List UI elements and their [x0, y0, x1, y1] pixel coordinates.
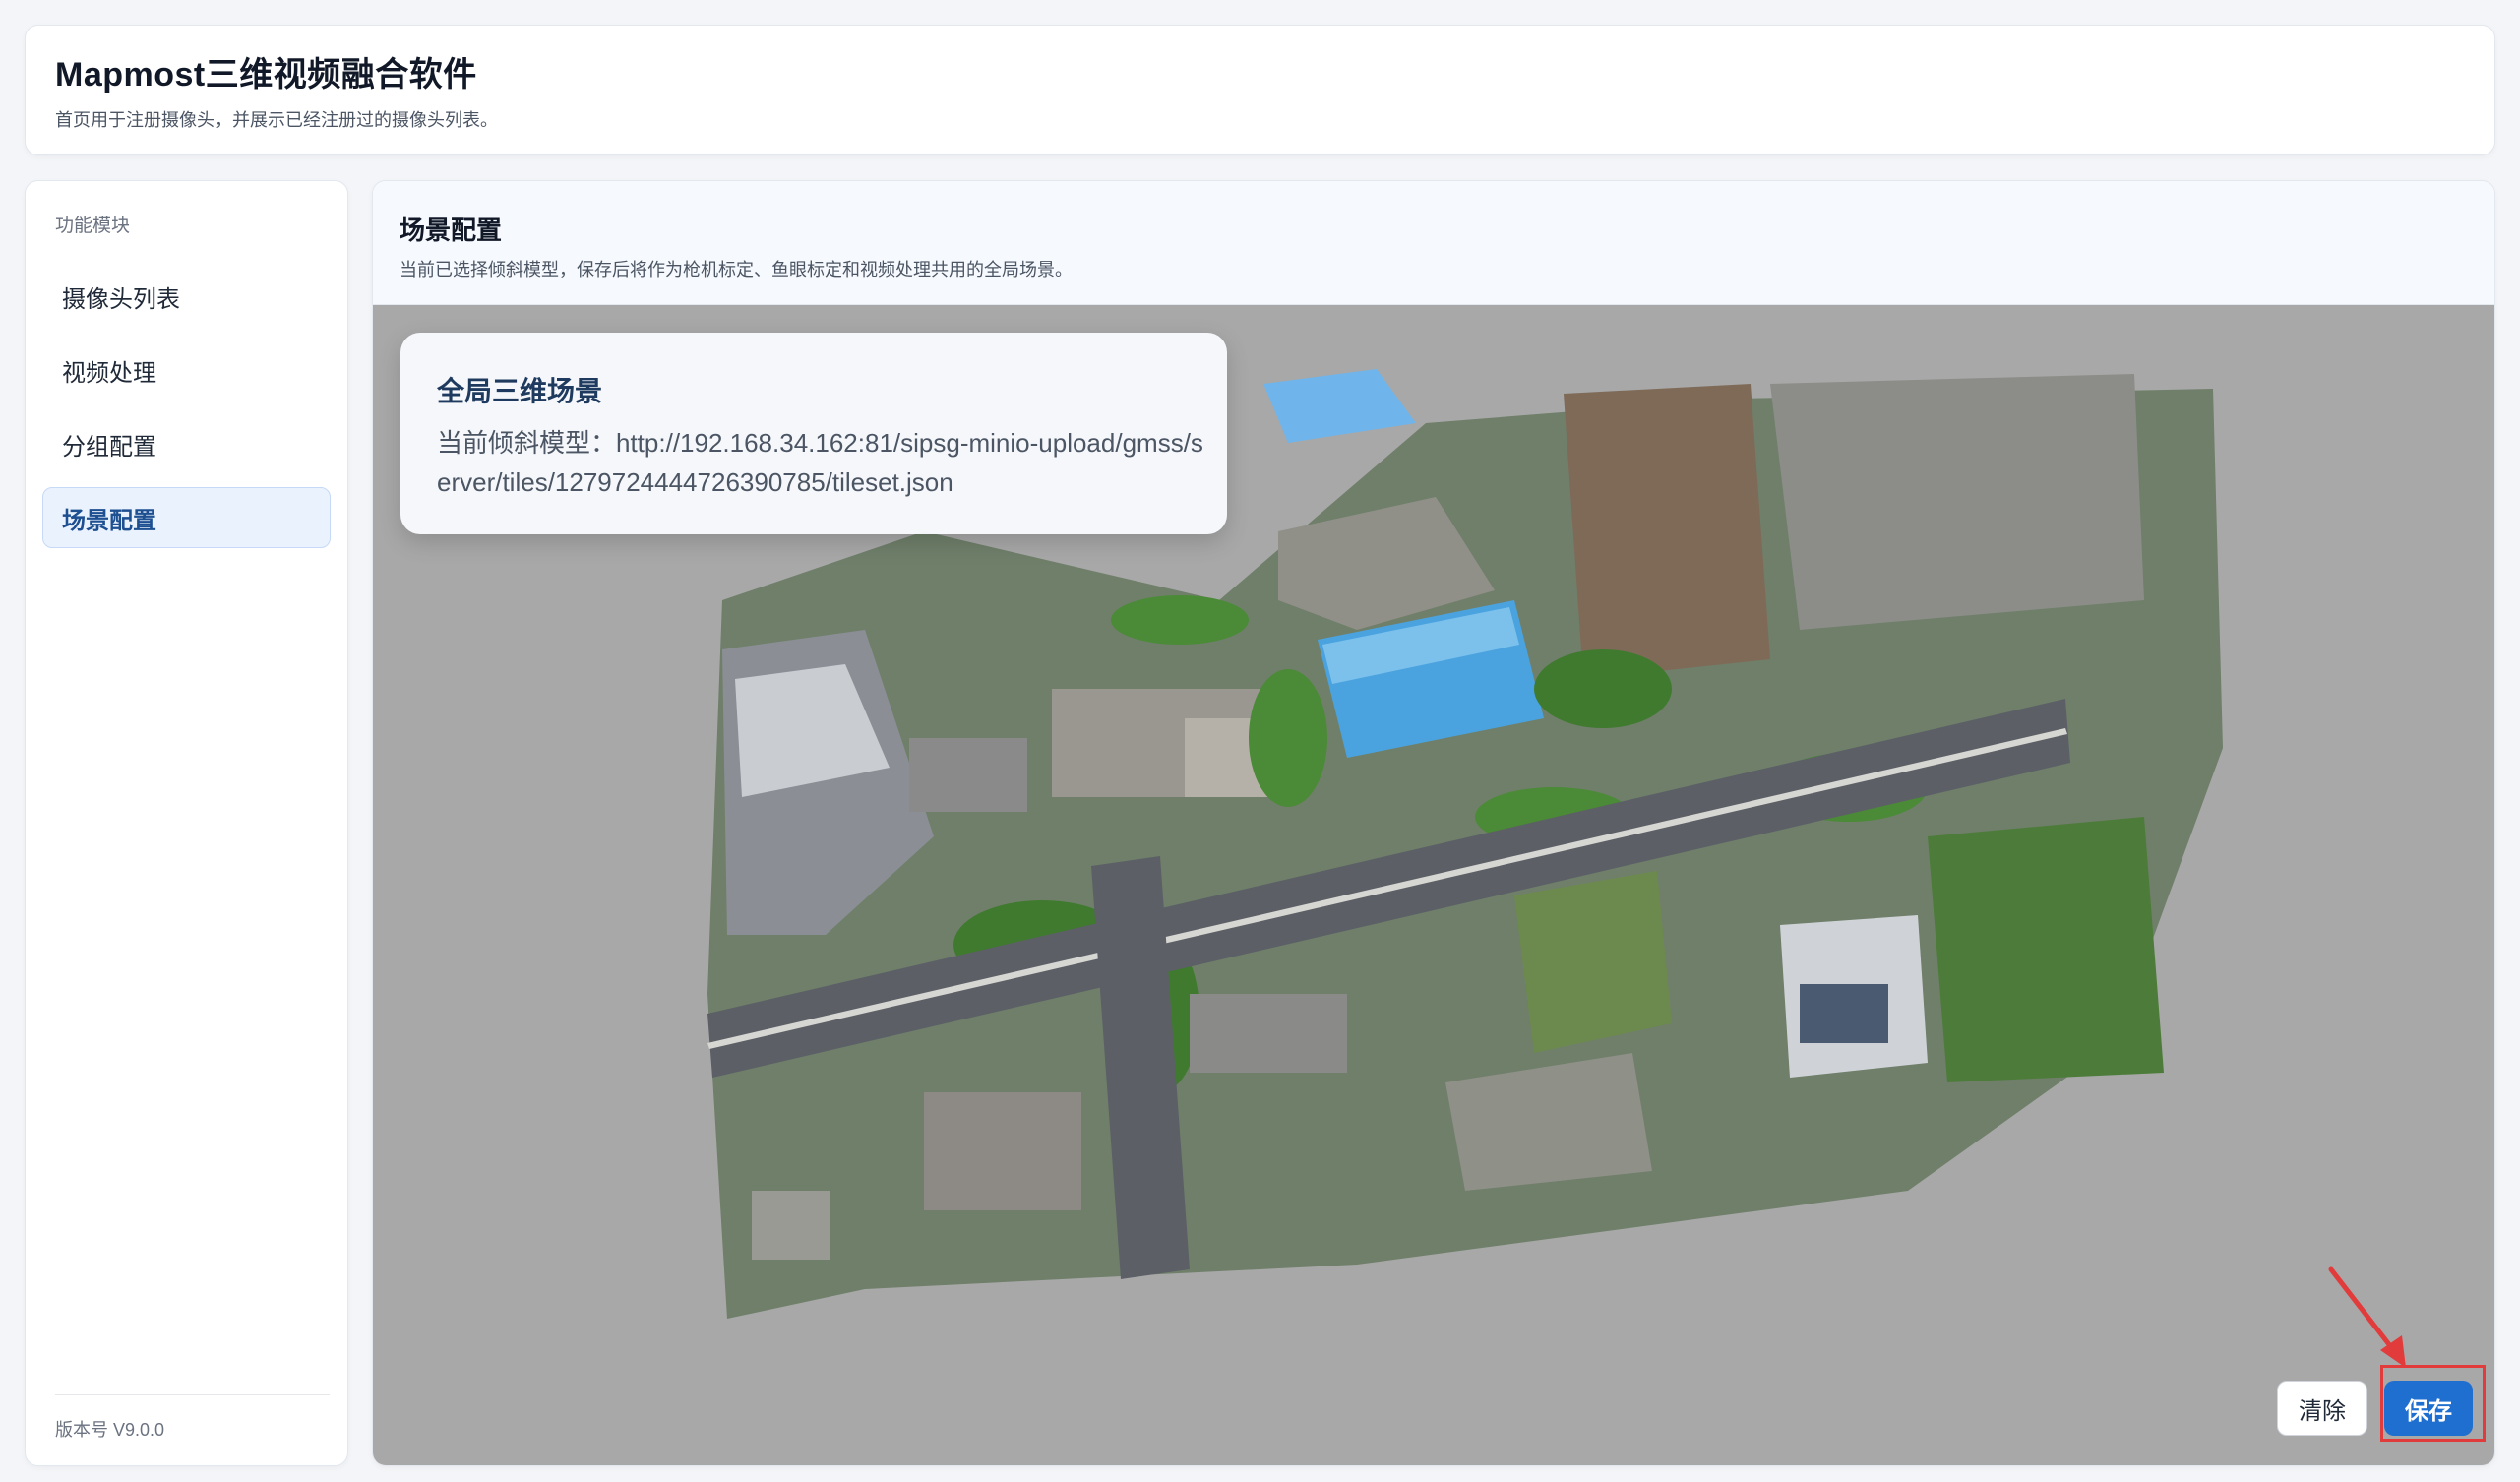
version-label: 版本号 V9.0.0 [55, 1420, 165, 1440]
brown-field [1564, 384, 1770, 679]
sidebar-item-label: 摄像头列表 [62, 285, 180, 313]
sidebar-item-scene-config[interactable]: 场景配置 [42, 487, 331, 548]
app-header: Mapmost三维视频融合软件 首页用于注册摄像头，并展示已经注册过的摄像头列表… [25, 25, 2495, 155]
east-woods [1928, 817, 2164, 1082]
sidebar-heading: 功能模块 [55, 216, 131, 236]
scene-viewer[interactable]: 全局三维场景 当前倾斜模型：http://192.168.34.162:81/s… [373, 305, 2494, 1465]
scene-model-url: 当前倾斜模型：http://192.168.34.162:81/sipsg-mi… [437, 428, 1203, 497]
tree-cluster-3 [1111, 595, 1249, 645]
app-subtitle: 首页用于注册摄像头，并展示已经注册过的摄像头列表。 [55, 110, 498, 130]
green-field [1514, 871, 1672, 1053]
save-button-highlight [2380, 1365, 2486, 1442]
page-title: 场景配置 [400, 216, 503, 245]
sidebar-item-camera-list[interactable]: 摄像头列表 [42, 266, 331, 327]
sidebar-item-video-processing[interactable]: 视频处理 [42, 340, 331, 401]
sidebar-divider [55, 1394, 330, 1395]
tree-cluster-1 [1534, 649, 1672, 728]
sidebar-item-group-config[interactable]: 分组配置 [42, 413, 331, 474]
main-header: 场景配置 当前已选择倾斜模型，保存后将作为枪机标定、鱼眼标定和视频处理共用的全局… [373, 181, 2494, 305]
lot-east [1770, 374, 2144, 630]
building-south-3 [752, 1191, 830, 1260]
tree-cluster-2 [1249, 669, 1327, 807]
clear-button[interactable]: 清除 [2277, 1381, 2367, 1436]
building-south-2 [1190, 994, 1347, 1073]
sidebar-item-label: 视频处理 [62, 359, 156, 387]
scene-info-card: 全局三维场景 当前倾斜模型：http://192.168.34.162:81/s… [400, 333, 1227, 534]
sidebar-item-label: 场景配置 [62, 507, 156, 534]
sidebar-nav: 摄像头列表 视频处理 分组配置 场景配置 [42, 266, 331, 561]
sidebar-item-label: 分组配置 [62, 433, 156, 461]
sidebar: 功能模块 摄像头列表 视频处理 分组配置 场景配置 版本号 V9.0.0 [25, 180, 348, 1466]
solar-panels [1800, 984, 1888, 1043]
blue-roof-north [1263, 369, 1416, 443]
scene-info-title: 全局三维场景 [437, 376, 603, 406]
building-south-1 [924, 1092, 1081, 1210]
main-panel: 场景配置 当前已选择倾斜模型，保存后将作为枪机标定、鱼眼标定和视频处理共用的全局… [372, 180, 2495, 1466]
app-title: Mapmost三维视频融合软件 [55, 56, 477, 93]
building-w [909, 738, 1027, 812]
page-subtitle: 当前已选择倾斜模型，保存后将作为枪机标定、鱼眼标定和视频处理共用的全局场景。 [400, 260, 1073, 279]
